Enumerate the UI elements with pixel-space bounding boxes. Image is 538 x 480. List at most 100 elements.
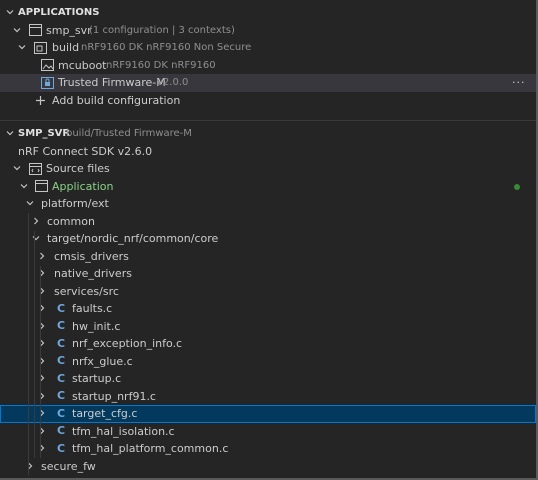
chevron-right-icon — [36, 283, 48, 301]
tree-secure-fw[interactable]: secure_fw — [0, 458, 536, 476]
image-icon — [40, 57, 54, 74]
build-name: build — [52, 41, 80, 54]
chevron-down-icon — [24, 195, 36, 213]
common-label: common — [47, 214, 95, 228]
file-label: startup_nrf91.c — [72, 389, 156, 403]
chevron-right-icon — [36, 300, 48, 318]
tfm-name: Trusted Firmware-M — [58, 76, 166, 89]
c-file-icon: C — [56, 319, 66, 333]
chevron-right-icon — [24, 458, 36, 476]
context-trusted-firmware-m[interactable]: Trusted Firmware-M v2.0.0 ··· — [0, 74, 536, 92]
mcuboot-description: nRF9160 DK nRF9160 — [106, 59, 216, 71]
tree-file[interactable]: C nrfx_glue.c — [0, 353, 536, 371]
tree-target-core[interactable]: target/nordic_nrf/common/core — [0, 230, 536, 248]
chevron-down-icon — [4, 4, 16, 22]
build-configuration[interactable]: build nRF9160 DK nRF9160 Non Secure — [0, 39, 536, 57]
section-divider — [0, 120, 536, 121]
chevron-right-icon — [36, 265, 48, 283]
tree-cmsis-drivers[interactable]: cmsis_drivers — [0, 248, 536, 266]
applications-title: APPLICATIONS — [18, 7, 100, 18]
context-mcuboot[interactable]: mcuboot nRF9160 DK nRF9160 — [0, 57, 536, 75]
chevron-down-icon — [11, 160, 23, 178]
file-label: tfm_hal_platform_common.c — [72, 442, 229, 455]
tree-file[interactable]: C tfm_hal_platform_common.c — [0, 440, 536, 458]
app-name: smp_svr — [46, 23, 92, 37]
c-file-icon: C — [56, 354, 66, 368]
app-description: (1 configuration | 3 contexts) — [89, 24, 235, 36]
build-folder-icon — [33, 39, 47, 56]
file-label: nrf_exception_info.c — [72, 337, 183, 350]
chevron-right-icon — [36, 318, 48, 336]
tree-common[interactable]: common — [0, 213, 536, 231]
tree-file-selected[interactable]: C target_cfg.c — [0, 405, 536, 423]
file-label: tfm_hal_isolation.c — [72, 424, 175, 438]
c-file-icon: C — [56, 406, 66, 420]
secure-fw-label: secure_fw — [41, 459, 96, 473]
chevron-down-icon — [30, 230, 42, 248]
mcuboot-name: mcuboot — [58, 58, 107, 72]
tree-application[interactable]: Application — [0, 178, 536, 196]
applications-panel: APPLICATIONS smp_svr (1 configuration | … — [0, 4, 536, 109]
source-files-icon — [28, 160, 42, 177]
c-file-icon: C — [56, 424, 66, 438]
tree-source-files[interactable]: Source files — [0, 160, 536, 178]
app-smp-svr[interactable]: smp_svr (1 configuration | 3 contexts) — [0, 22, 536, 40]
more-actions-icon[interactable]: ··· — [512, 74, 526, 92]
modified-status-dot — [514, 183, 520, 190]
application-window-icon — [28, 22, 42, 39]
services-src-label: services/src — [54, 284, 119, 298]
chevron-right-icon — [30, 213, 42, 231]
plus-icon — [33, 92, 47, 109]
chevron-right-icon — [36, 248, 48, 266]
details-path: build/Trusted Firmware-M — [66, 128, 192, 139]
tree-file[interactable]: C startup.c — [0, 370, 536, 388]
c-file-icon: C — [56, 441, 66, 455]
c-file-icon: C — [56, 336, 66, 350]
details-section-header[interactable]: SMP_SVR build/Trusted Firmware-M — [0, 125, 536, 143]
file-label: hw_init.c — [72, 319, 121, 333]
applications-section-header[interactable]: APPLICATIONS — [0, 4, 536, 22]
chevron-right-icon — [36, 370, 48, 388]
c-file-icon: C — [56, 301, 66, 315]
tree-file[interactable]: C tfm_hal_isolation.c — [0, 423, 536, 441]
chevron-right-icon — [36, 335, 48, 353]
build-description: nRF9160 DK nRF9160 Non Secure — [81, 42, 252, 53]
details-title: SMP_SVR — [18, 128, 71, 139]
platform-ext-label: platform/ext — [41, 197, 109, 210]
sdk-version: nRF Connect SDK v2.6.0 — [0, 143, 536, 161]
file-label: faults.c — [72, 302, 113, 315]
chevron-down-icon — [16, 39, 28, 57]
indent-guide — [40, 266, 41, 458]
tree-file[interactable]: C hw_init.c — [0, 318, 536, 336]
file-label: target_cfg.c — [72, 407, 138, 420]
tree-services-src[interactable]: services/src — [0, 283, 536, 301]
chevron-right-icon — [36, 388, 48, 406]
target-core-label: target/nordic_nrf/common/core — [47, 232, 219, 245]
indent-guide — [28, 213, 29, 475]
application-label: Application — [52, 179, 114, 193]
c-file-icon: C — [56, 389, 66, 403]
c-file-icon: C — [56, 371, 66, 385]
tree-file[interactable]: C startup_nrf91.c — [0, 388, 536, 406]
add-build-configuration[interactable]: Add build configuration — [0, 92, 536, 110]
file-label: nrfx_glue.c — [72, 354, 133, 368]
details-panel: SMP_SVR build/Trusted Firmware-M nRF Con… — [0, 125, 536, 475]
tree-native-drivers[interactable]: native_drivers — [0, 265, 536, 283]
tree-platform-ext[interactable]: platform/ext — [0, 195, 536, 213]
tfm-version: v2.0.0 — [157, 77, 189, 88]
chevron-right-icon — [36, 423, 48, 441]
chevron-down-icon — [11, 22, 23, 40]
chevron-right-icon — [36, 353, 48, 371]
native-drivers-label: native_drivers — [54, 267, 132, 280]
chevron-right-icon — [36, 405, 48, 423]
cmsis-drivers-label: cmsis_drivers — [54, 249, 129, 263]
indent-guide — [34, 231, 35, 458]
chevron-down-icon — [18, 178, 30, 196]
chevron-down-icon — [4, 125, 16, 143]
tree-file[interactable]: C faults.c — [0, 300, 536, 318]
tree-file[interactable]: C nrf_exception_info.c — [0, 335, 536, 353]
application-window-icon — [34, 178, 48, 195]
chevron-right-icon — [36, 440, 48, 458]
source-files-label: Source files — [46, 162, 110, 175]
add-build-label: Add build configuration — [52, 93, 181, 107]
